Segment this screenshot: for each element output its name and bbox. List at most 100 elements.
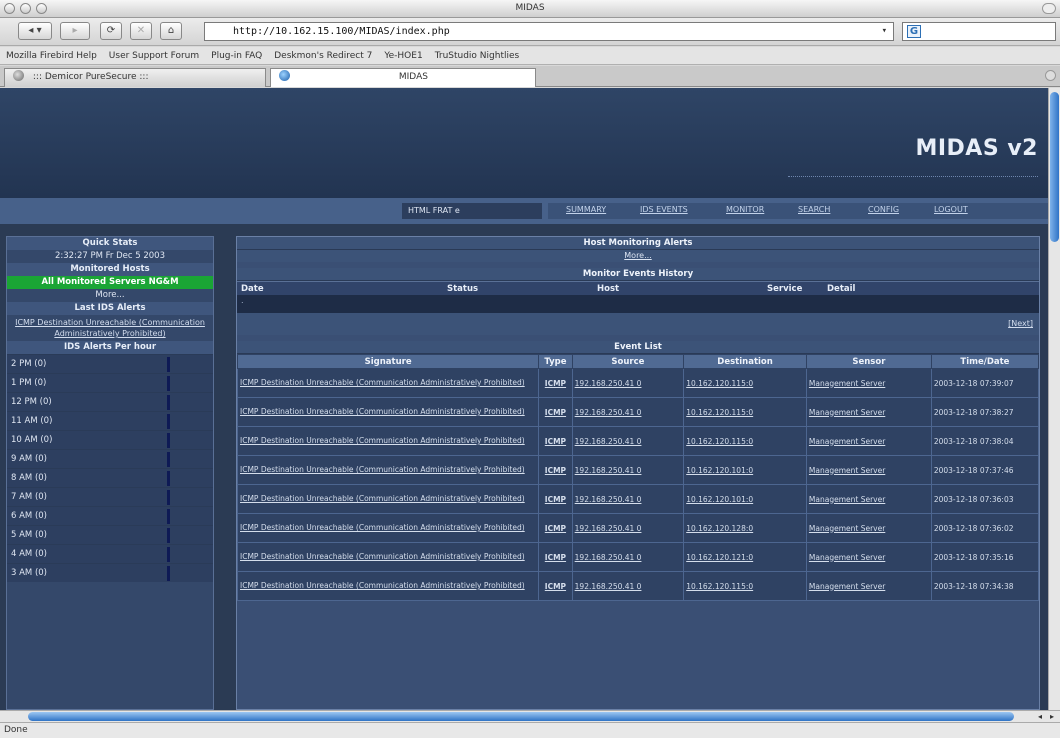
ids-hour-label: 8 AM (0)	[11, 473, 48, 483]
event-destination-link[interactable]: 10.162.120.121:0	[683, 542, 807, 572]
bookmark-item[interactable]: Mozilla Firebird Help	[6, 51, 97, 61]
bookmark-item[interactable]: Deskmon's Redirect 7	[274, 51, 372, 61]
event-signature-link[interactable]: ICMP Destination Unreachable (Communicat…	[237, 455, 540, 485]
event-sensor-link[interactable]: Management Server	[805, 513, 932, 543]
event-type-link[interactable]: ICMP	[538, 426, 573, 456]
search-input[interactable]: G	[902, 22, 1056, 41]
event-time: 2003-12-18 07:38:27	[930, 397, 1039, 427]
scroll-left-icon[interactable]: ◂	[1034, 711, 1046, 722]
status-bar: Done	[0, 722, 1060, 738]
event-type-link[interactable]: ICMP	[538, 571, 573, 601]
forward-button[interactable]: ▸	[60, 22, 90, 40]
history-next-link[interactable]: [Next]	[237, 313, 1039, 335]
tab-demicor[interactable]: ::: Demicor PureSecure :::	[4, 68, 266, 87]
event-time: 2003-12-18 07:37:46	[930, 455, 1039, 485]
main-panel: Host Monitoring Alerts More... Monitor E…	[236, 236, 1040, 710]
quick-stats-heading: Quick Stats	[7, 237, 213, 250]
vertical-scroll-thumb[interactable]	[1050, 92, 1059, 242]
toolbar-toggle-button[interactable]	[1042, 3, 1056, 14]
url-input[interactable]: http://10.162.15.100/MIDAS/index.php ▾	[204, 22, 894, 41]
vertical-scrollbar[interactable]	[1048, 88, 1060, 710]
event-type-link[interactable]: ICMP	[538, 513, 573, 543]
event-source-link[interactable]: 192.168.250.41 0	[571, 397, 685, 427]
event-signature-link[interactable]: ICMP Destination Unreachable (Communicat…	[237, 513, 540, 543]
stop-button[interactable]: ✕	[130, 22, 152, 40]
home-button[interactable]: ⌂	[160, 22, 182, 40]
ids-hour-label: 12 PM (0)	[11, 397, 52, 407]
search-engine-icon[interactable]: G	[907, 25, 921, 38]
nav-logout[interactable]: LOGOUT	[934, 205, 968, 214]
event-destination-link[interactable]: 10.162.120.115:0	[683, 368, 807, 398]
event-source-link[interactable]: 192.168.250.41 0	[571, 571, 685, 601]
ids-hour-row: 2 PM (0)	[7, 354, 213, 373]
event-signature-link[interactable]: ICMP Destination Unreachable (Communicat…	[237, 368, 540, 398]
event-destination-link[interactable]: 10.162.120.115:0	[683, 397, 807, 427]
event-destination-link[interactable]: 10.162.120.101:0	[683, 484, 807, 514]
event-signature-link[interactable]: ICMP Destination Unreachable (Communicat…	[237, 542, 540, 572]
reload-icon: ⟳	[106, 25, 116, 36]
ids-hour-label: 1 PM (0)	[11, 378, 47, 388]
last-ids-alert-link[interactable]: ICMP Destination Unreachable (Communicat…	[7, 315, 213, 341]
event-destination-link[interactable]: 10.162.120.115:0	[683, 571, 807, 601]
bookmark-item[interactable]: TruStudio Nightlies	[435, 51, 520, 61]
midas-nav: HTML FRAT e SUMMARY IDS EVENTS MONITOR S…	[0, 198, 1048, 224]
bookmarks-toolbar: Mozilla Firebird Help User Support Forum…	[0, 47, 1060, 65]
close-tab-icon[interactable]	[1045, 70, 1056, 81]
nav-summary[interactable]: SUMMARY	[566, 205, 606, 214]
event-type-link[interactable]: ICMP	[538, 484, 573, 514]
ids-hour-row: 3 AM (0)	[7, 563, 213, 582]
event-source-link[interactable]: 192.168.250.41 0	[571, 426, 685, 456]
event-type-link[interactable]: ICMP	[538, 542, 573, 572]
event-signature-link[interactable]: ICMP Destination Unreachable (Communicat…	[237, 397, 540, 427]
bookmark-item[interactable]: Ye-HOE1	[384, 51, 422, 61]
event-time: 2003-12-18 07:36:02	[930, 513, 1039, 543]
back-button[interactable]: ◂ ▾	[18, 22, 52, 40]
monitored-hosts-heading: Monitored Hosts	[7, 263, 213, 276]
nav-ids-events[interactable]: IDS EVENTS	[640, 205, 688, 214]
nav-config[interactable]: CONFIG	[868, 205, 899, 214]
event-destination-link[interactable]: 10.162.120.128:0	[683, 513, 807, 543]
horizontal-scroll-thumb[interactable]	[28, 712, 1014, 721]
event-source-link[interactable]: 192.168.250.41 0	[571, 368, 685, 398]
ids-hour-bar	[167, 357, 170, 372]
bookmark-item[interactable]: User Support Forum	[109, 51, 199, 61]
hosts-more-link[interactable]: More...	[7, 289, 213, 302]
event-signature-link[interactable]: ICMP Destination Unreachable (Communicat…	[237, 426, 540, 456]
table-row: ICMP Destination Unreachable (Communicat…	[237, 426, 1039, 456]
event-sensor-link[interactable]: Management Server	[805, 455, 932, 485]
table-row: ICMP Destination Unreachable (Communicat…	[237, 513, 1039, 543]
event-sensor-link[interactable]: Management Server	[805, 397, 932, 427]
event-sensor-link[interactable]: Management Server	[805, 426, 932, 456]
event-sensor-link[interactable]: Management Server	[805, 542, 932, 572]
url-dropdown-icon[interactable]: ▾	[882, 23, 887, 40]
ids-hour-row: 4 AM (0)	[7, 544, 213, 563]
event-source-link[interactable]: 192.168.250.41 0	[571, 455, 685, 485]
event-destination-link[interactable]: 10.162.120.101:0	[683, 455, 807, 485]
event-type-link[interactable]: ICMP	[538, 455, 573, 485]
nav-search[interactable]: SEARCH	[798, 205, 830, 214]
tab-midas[interactable]: MIDAS	[270, 68, 536, 87]
bookmark-item[interactable]: Plug-in FAQ	[211, 51, 262, 61]
event-sensor-link[interactable]: Management Server	[805, 368, 932, 398]
ids-hour-label: 11 AM (0)	[11, 416, 53, 426]
tab-favicon-icon	[13, 70, 24, 81]
reload-button[interactable]: ⟳	[100, 22, 122, 40]
event-header-row: Signature Type Source Destination Sensor…	[237, 354, 1039, 369]
event-source-link[interactable]: 192.168.250.41 0	[571, 513, 685, 543]
event-type-link[interactable]: ICMP	[538, 368, 573, 398]
event-source-link[interactable]: 192.168.250.41 0	[571, 542, 685, 572]
event-source-link[interactable]: 192.168.250.41 0	[571, 484, 685, 514]
event-signature-link[interactable]: ICMP Destination Unreachable (Communicat…	[237, 484, 540, 514]
nav-monitor[interactable]: MONITOR	[726, 205, 764, 214]
event-time: 2003-12-18 07:35:16	[930, 542, 1039, 572]
event-signature-link[interactable]: ICMP Destination Unreachable (Communicat…	[237, 571, 540, 601]
host-alerts-more-link[interactable]: More...	[237, 250, 1039, 262]
event-sensor-link[interactable]: Management Server	[805, 484, 932, 514]
ids-hour-label: 5 AM (0)	[11, 530, 48, 540]
event-type-link[interactable]: ICMP	[538, 397, 573, 427]
horizontal-scrollbar[interactable]: ◂ ▸	[0, 710, 1060, 722]
tab-label: ::: Demicor PureSecure :::	[32, 72, 149, 82]
event-destination-link[interactable]: 10.162.120.115:0	[683, 426, 807, 456]
event-sensor-link[interactable]: Management Server	[805, 571, 932, 601]
scroll-right-icon[interactable]: ▸	[1046, 711, 1058, 722]
